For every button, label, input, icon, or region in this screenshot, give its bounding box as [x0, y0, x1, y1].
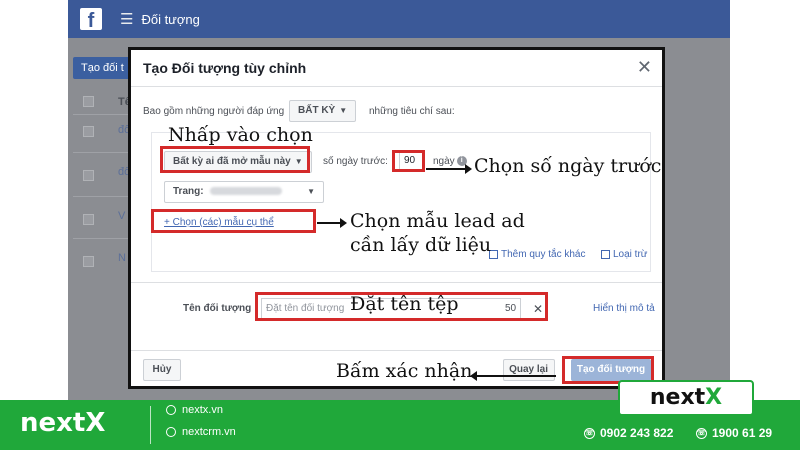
exclude-link[interactable]: Loại trừ — [601, 249, 648, 260]
annotation-choose-form: Chọn mẫu lead ad — [350, 210, 525, 232]
annotation-confirm: Bấm xác nhận — [336, 360, 473, 382]
back-button[interactable]: Quay lại — [503, 359, 555, 381]
globe-icon — [166, 405, 176, 416]
brand-name-x: X — [85, 408, 106, 438]
brand-logo-plain: next — [649, 385, 706, 410]
annotation-choose-days: Chọn số ngày trước — [474, 155, 662, 177]
brand-logo-badge: nextX — [618, 380, 754, 416]
hamburger-icon[interactable]: ☰ — [120, 10, 133, 28]
brand-name: nextX — [20, 408, 105, 438]
annotation-name-file: Đặt tên tệp — [350, 293, 459, 315]
phone-icon: ☏ — [696, 428, 707, 440]
days-unit-label: ngày — [433, 156, 455, 167]
caret-down-icon: ▼ — [307, 187, 315, 196]
page-dropdown[interactable]: Trang: ▼ — [164, 181, 324, 203]
highlight-choose-forms — [151, 209, 316, 233]
brand-name-plain: next — [20, 408, 86, 438]
facebook-topbar: f ☰ Đối tượng — [68, 0, 730, 38]
table-row[interactable]: V — [118, 210, 125, 222]
table-divider — [73, 114, 133, 115]
arrow-left — [470, 371, 556, 381]
table-divider — [73, 152, 133, 153]
audience-table: Tê đố đố V N — [73, 88, 133, 308]
website-nextcrm-label: nextcrm.vn — [182, 426, 236, 438]
dialog-header: Tạo Đối tượng tùy chỉnh ✕ — [131, 50, 662, 87]
caret-down-icon: ▼ — [339, 106, 348, 115]
table-row[interactable]: N — [118, 252, 126, 264]
phone-support[interactable]: ☏ 1900 61 29 — [696, 426, 772, 440]
highlight-days-input — [392, 150, 425, 172]
include-label: Bao gồm những người đáp ứng — [143, 106, 285, 117]
show-description-link[interactable]: Hiển thị mô tả — [593, 303, 655, 314]
arrow-right — [317, 218, 347, 228]
select-all-checkbox[interactable] — [83, 96, 94, 107]
dialog-title: Tạo Đối tượng tùy chỉnh — [143, 60, 307, 76]
add-rule-label: Thêm quy tắc khác — [501, 249, 586, 260]
website-nextx[interactable]: nextx.vn — [166, 404, 223, 416]
days-label: số ngày trước: — [323, 156, 388, 167]
website-nextcrm[interactable]: nextcrm.vn — [166, 426, 236, 438]
add-rule-link[interactable]: Thêm quy tắc khác — [489, 249, 585, 260]
create-audience-button[interactable]: Tạo đối t — [73, 57, 133, 79]
blurred-page-name — [209, 187, 282, 196]
close-icon[interactable]: ✕ — [637, 57, 652, 78]
highlight-interaction-dropdown — [160, 146, 310, 173]
days-unit: ngày i — [433, 156, 467, 167]
audience-name-label: Tên đối tượng — [183, 303, 252, 314]
row-checkbox[interactable] — [83, 170, 94, 181]
copy-icon — [601, 249, 610, 259]
phone-hotline-label: 0902 243 822 — [600, 426, 674, 440]
row-checkbox[interactable] — [83, 126, 94, 137]
phone-icon: ☏ — [584, 428, 595, 440]
arrow-right — [426, 164, 472, 174]
phone-hotline[interactable]: ☏ 0902 243 822 — [584, 426, 673, 440]
annotation-click-select: Nhấp vào chọn — [168, 124, 313, 146]
include-dropdown[interactable]: BẤT KỲ ▼ — [289, 100, 357, 122]
cancel-button[interactable]: Hủy — [143, 359, 181, 381]
include-dropdown-value: BẤT KỲ — [298, 105, 336, 116]
brand-divider — [150, 406, 151, 444]
annotation-choose-form-2: cần lấy dữ liệu — [350, 234, 492, 256]
page-title: Đối tượng — [141, 11, 200, 27]
include-after-label: những tiêu chí sau: — [369, 106, 455, 117]
table-divider — [73, 196, 133, 197]
phone-support-label: 1900 61 29 — [712, 426, 773, 440]
row-checkbox[interactable] — [83, 214, 94, 225]
dialog-divider — [131, 282, 662, 283]
globe-icon — [166, 427, 176, 438]
table-divider — [73, 238, 133, 239]
row-checkbox[interactable] — [83, 256, 94, 267]
facebook-logo-icon[interactable]: f — [80, 8, 102, 30]
website-nextx-label: nextx.vn — [182, 404, 223, 416]
page-label: Trang: — [173, 186, 204, 197]
exclude-label: Loại trừ — [613, 249, 648, 260]
brand-logo-x: X — [705, 385, 723, 410]
